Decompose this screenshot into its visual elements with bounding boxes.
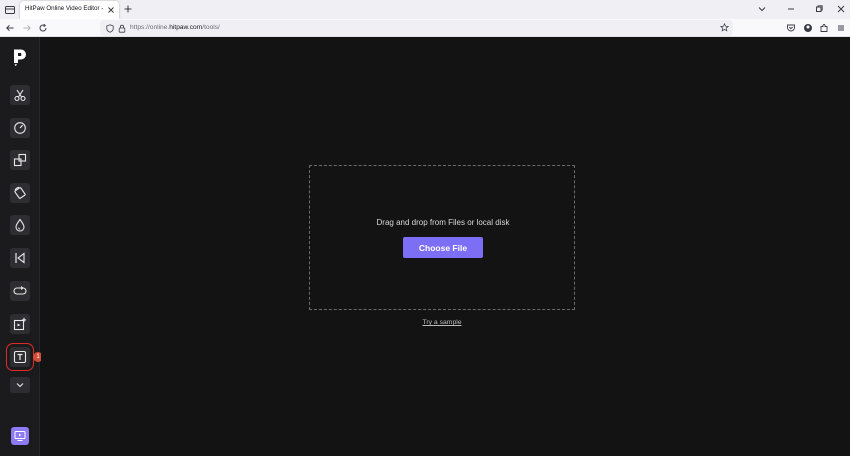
choose-file-button[interactable]: Choose File	[403, 237, 483, 258]
reload-icon[interactable]	[38, 23, 48, 33]
forward-icon[interactable]	[22, 23, 32, 33]
close-window-icon[interactable]	[836, 4, 846, 14]
browser-tab-bar: HitPaw Online Video Editor - All-in	[0, 0, 850, 19]
browser-tab[interactable]: HitPaw Online Video Editor - All-in	[20, 1, 119, 19]
file-dropzone[interactable]: Drag and drop from Files or local disk C…	[309, 165, 575, 310]
hitpaw-logo[interactable]	[12, 48, 28, 67]
screen-recorder-button[interactable]	[11, 427, 29, 445]
chevron-down-icon[interactable]	[757, 5, 767, 13]
drop-instructions: Drag and drop from Files or local disk	[376, 218, 510, 227]
try-sample-link[interactable]: Try a sample	[309, 319, 575, 326]
browser-toolbar: https://online.hitpaw.com/tools/	[0, 19, 850, 37]
tool-rotate[interactable]	[10, 183, 30, 203]
url-host: hitpaw.com	[169, 24, 203, 31]
pocket-icon[interactable]	[786, 23, 796, 33]
plus-icon[interactable]	[123, 4, 133, 14]
tool-speed[interactable]	[10, 118, 30, 138]
tool-text[interactable]	[6, 343, 34, 371]
close-icon[interactable]	[107, 6, 115, 14]
tools-sidebar: 1	[0, 37, 43, 456]
tab-title: HitPaw Online Video Editor - All-in	[25, 5, 103, 12]
tool-resize[interactable]	[10, 150, 30, 170]
lock-icon[interactable]	[118, 24, 126, 33]
star-icon[interactable]	[720, 23, 729, 32]
shield-icon[interactable]	[106, 24, 114, 33]
url-text: https://online.hitpaw.com/tools/	[130, 24, 220, 31]
tool-cut[interactable]	[10, 85, 30, 105]
more-tools-button[interactable]	[10, 377, 30, 393]
restore-icon[interactable]	[814, 4, 824, 14]
url-suffix: /tools/	[202, 24, 220, 31]
extensions-icon[interactable]	[819, 23, 829, 33]
address-bar[interactable]: https://online.hitpaw.com/tools/	[100, 20, 733, 36]
url-prefix: https://online.	[130, 24, 170, 31]
tool-add-media[interactable]	[10, 314, 30, 334]
tool-watermark[interactable]	[10, 215, 30, 235]
menu-icon[interactable]	[836, 23, 846, 33]
tool-loop[interactable]	[10, 281, 30, 301]
minimize-icon[interactable]	[786, 4, 796, 14]
main-workspace: Drag and drop from Files or local disk C…	[41, 37, 850, 456]
account-icon[interactable]	[803, 23, 813, 33]
back-icon[interactable]	[5, 23, 15, 33]
firefox-view-icon[interactable]	[4, 4, 16, 16]
tool-reverse[interactable]	[10, 248, 30, 268]
